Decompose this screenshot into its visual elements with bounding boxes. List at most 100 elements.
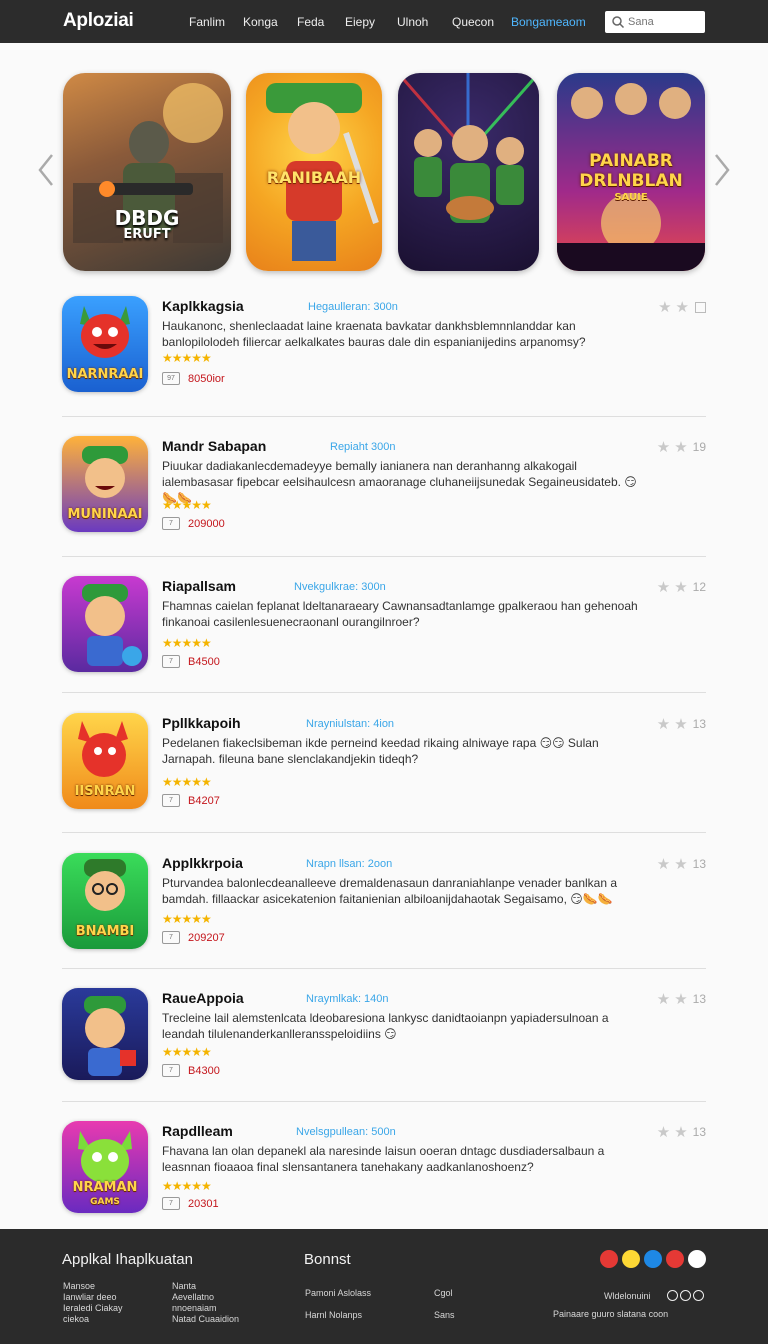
social-icon-red[interactable] [600,1250,618,1268]
app-title[interactable]: Mandr Sabapan [162,438,266,454]
carousel-next-button[interactable] [712,152,732,188]
app-title[interactable]: Kaplkkagsia [162,298,244,314]
footer-link[interactable]: nnoenaiam [172,1303,239,1314]
nav-link[interactable]: Fanlim [189,15,225,29]
app-icon[interactable]: BNAMBI [62,853,148,949]
rating-summary: ★ ★ 13 [653,855,706,873]
app-meta: Repiaht 300n [330,441,396,453]
footer-link[interactable]: Aevellatno [172,1292,239,1303]
app-title[interactable]: Ppllkkapoih [162,715,241,731]
app-icon[interactable]: IISNRAN [62,713,148,809]
price-tag-icon: 7 [162,655,180,668]
footer-link[interactable]: Mansoe [63,1281,123,1292]
divider [62,968,706,969]
star-icon: ★ [675,299,689,316]
star-icon: ★ [674,991,688,1008]
nav-link-active[interactable]: Bongameaom [511,15,586,29]
price-tag-icon: 7 [162,1064,180,1077]
footer-link[interactable]: Sans [434,1304,455,1326]
circle-icon[interactable] [680,1290,691,1301]
featured-slide[interactable]: RANIBAAH [246,73,382,271]
price-value: 209000 [188,517,225,530]
nav-link[interactable]: Ulnoh [397,15,428,29]
star-rating: ★★★★★ [162,498,212,512]
carousel-prev-button[interactable] [36,152,56,188]
footer-link[interactable]: Cgol [434,1282,455,1304]
app-list-item[interactable]: IISNRAN Ppllkkapoih Nrayniulstan: 4ion P… [62,713,706,811]
play-icon[interactable] [666,1250,684,1268]
star-rating: ★★★★★ [162,636,212,650]
footer-links: Nanta Aevellatno nnoenaiam Natad Cuaaidi… [172,1281,239,1325]
price-value: B4300 [188,1064,220,1077]
footer-link[interactable]: Pamoni Aslolass [305,1282,371,1304]
app-icon[interactable] [62,988,148,1080]
price-tag-icon: 97 [162,372,180,385]
app-description: Haukanonc, shenleclaadat laine kraenata … [162,319,586,349]
social-icon-white[interactable] [688,1250,706,1268]
nav-link[interactable]: Quecon [452,15,494,29]
app-icon[interactable]: NARNRAAI [62,296,148,392]
app-meta: Nrapn llsan: 2oon [306,858,393,870]
app-title[interactable]: Applkkrpoia [162,855,243,871]
app-icon-label: BNAMBI [75,924,135,939]
star-icon: ★ [656,856,671,873]
rating-summary: ★ ★ 13 [653,715,706,733]
featured-slide[interactable]: DBDG ERUFT [63,73,231,271]
nav-link[interactable]: Eiepy [345,15,375,29]
featured-slide[interactable]: PAINABR DRLNBLAN SAUIE [557,73,705,271]
app-list-item[interactable]: Riapallsam Nvekgulkrae: 300n Fhamnas cai… [62,576,706,672]
checkbox-icon[interactable] [695,301,706,313]
circle-icon[interactable] [667,1290,678,1301]
app-description: Piuukar dadiakanlecdemadeyye bemally ian… [162,459,637,505]
social-icon-yellow[interactable] [622,1250,640,1268]
star-rating: ★★★★★ [162,1045,212,1059]
footer-link[interactable]: Natad Cuaaidion [172,1314,239,1325]
slide-caption-3: SAUIE [614,192,648,203]
brand-logo[interactable]: Aploziai [63,10,134,32]
slide-caption: PAINABR [589,151,673,171]
search-input[interactable] [625,16,698,28]
rating-summary: ★ ★ [654,298,706,316]
app-description: Fhavana lan olan depanekl ala naresinde … [162,1144,605,1174]
footer-links: Pamoni Aslolass Harnl Nolanps [305,1282,371,1326]
star-icon: ★ [674,439,688,456]
app-icon[interactable]: NRAMAN GAMS [62,1121,148,1213]
app-title[interactable]: Riapallsam [162,578,236,594]
app-list-item[interactable]: MUNINAAI Mandr Sabapan Repiaht 300n Piuu… [62,436,706,536]
nav-link[interactable]: Konga [243,15,278,29]
footer-link[interactable]: Ieraledi Ciakay [63,1303,123,1314]
app-icon[interactable] [62,576,148,672]
footer-link[interactable]: Harnl Nolanps [305,1304,371,1326]
app-description: Pedelanen fiakeclsibeman ikde perneind k… [162,736,599,766]
footer-link[interactable]: Nanta [172,1281,239,1292]
app-list-item[interactable]: NRAMAN GAMS Rapdlleam Nvelsgpullean: 500… [62,1121,706,1213]
star-icon: ★ [674,856,688,873]
app-list-item[interactable]: BNAMBI Applkkrpoia Nrapn llsan: 2oon Ptu… [62,853,706,949]
search-box[interactable] [605,11,705,33]
price-value: B4500 [188,655,220,668]
star-icon: ★ [656,1124,671,1141]
nav-link[interactable]: Feda [297,15,324,29]
footer-link[interactable]: ciekoa [63,1314,123,1325]
app-price: 7 20301 [162,1197,219,1210]
rating-summary: ★ ★ 13 [653,1123,706,1141]
star-icon: ★ [656,991,671,1008]
star-icon: ★ [674,579,688,596]
app-icon-label: NRAMAN [72,1180,138,1195]
circle-icon[interactable] [693,1290,704,1301]
divider [62,1101,706,1102]
app-title[interactable]: RaueAppoia [162,990,244,1006]
footer-link[interactable]: Ianwliar deeo [63,1292,123,1303]
footer-title: Applkal Ihaplkuatan [62,1251,193,1268]
app-list-item[interactable]: RaueAppoia Nraymlkak: 140n Trecleine lai… [62,988,706,1080]
app-list-item[interactable]: NARNRAAI Kaplkkagsia Hegaulleran: 300n H… [62,296,706,396]
rating-count: 12 [692,580,706,594]
app-icon[interactable]: MUNINAAI [62,436,148,532]
app-title[interactable]: Rapdlleam [162,1123,233,1139]
star-icon: ★ [656,579,671,596]
social-icon-blue[interactable] [644,1250,662,1268]
chevron-left-icon [38,154,53,186]
divider [62,556,706,557]
featured-slide[interactable] [398,73,539,271]
price-value: 8050ior [188,372,225,385]
